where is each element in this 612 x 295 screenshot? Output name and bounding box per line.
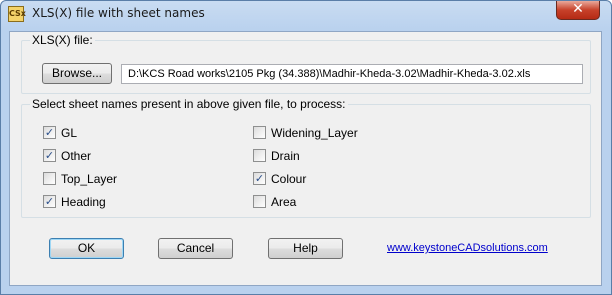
checkbox-box[interactable] <box>253 149 266 162</box>
checkbox-label: Colour <box>271 172 307 186</box>
cancel-button[interactable]: Cancel <box>158 238 233 259</box>
checkbox-label: Heading <box>61 195 106 209</box>
checkbox-label: Top_Layer <box>61 172 118 186</box>
checkbox-box[interactable]: ✓ <box>43 149 56 162</box>
website-link[interactable]: www.keystoneCADsolutions.com <box>387 242 548 254</box>
browse-button[interactable]: Browse... <box>42 63 112 84</box>
checkbox-label: GL <box>61 126 78 140</box>
checkbox-label: Other <box>61 149 92 163</box>
checkbox-box[interactable] <box>43 172 56 185</box>
checkbox-box[interactable] <box>253 195 266 208</box>
close-button[interactable]: ✕ <box>556 1 600 20</box>
checkbox-label: Area <box>271 195 297 209</box>
dialog-window: CSx XLS(X) file with sheet names ✕ XLS(X… <box>0 0 612 295</box>
file-group-label: XLS(X) file: <box>30 33 95 47</box>
window-title: XLS(X) file with sheet names <box>32 6 205 20</box>
ok-button[interactable]: OK <box>49 238 124 259</box>
checkbox-box[interactable]: ✓ <box>43 126 56 139</box>
help-button[interactable]: Help <box>268 238 343 259</box>
file-path-input[interactable]: D:\KCS Road works\2105 Pkg (34.388)\Madh… <box>121 64 583 84</box>
file-groupbox: XLS(X) file: Browse... D:\KCS Road works… <box>21 33 591 94</box>
dialog-client-area: XLS(X) file: Browse... D:\KCS Road works… <box>9 31 602 286</box>
checkbox-box[interactable]: ✓ <box>253 172 266 185</box>
sheets-group-label: Select sheet names present in above give… <box>30 97 348 111</box>
app-icon: CSx <box>8 6 26 22</box>
checkbox-box[interactable] <box>253 126 266 139</box>
title-bar[interactable]: CSx XLS(X) file with sheet names ✕ <box>1 1 611 27</box>
checkbox-box[interactable]: ✓ <box>43 195 56 208</box>
checkbox-label: Drain <box>271 149 300 163</box>
checkbox-label: Widening_Layer <box>271 126 358 140</box>
sheets-groupbox: Select sheet names present in above give… <box>21 97 591 218</box>
